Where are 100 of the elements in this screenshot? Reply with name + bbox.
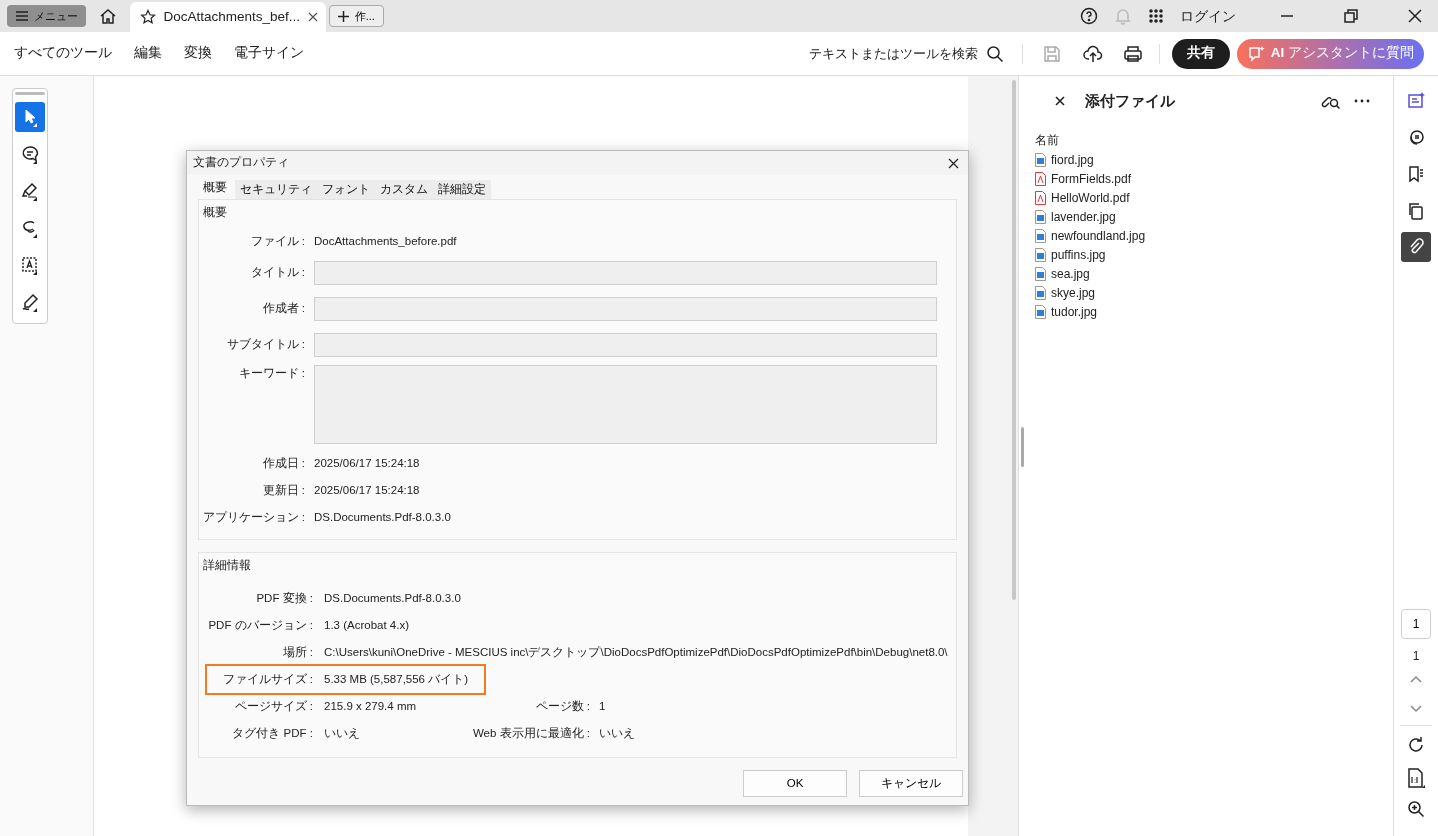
dialog-tab[interactable]: 詳細設定 [433, 180, 491, 199]
group-title: 詳細情報 [202, 557, 252, 574]
menu-button[interactable]: メニュー [6, 5, 86, 27]
input-field[interactable] [314, 261, 937, 285]
menu-item[interactable]: すべてのツール [14, 43, 112, 64]
lasso-icon [20, 218, 40, 238]
chat-sparkle-icon [1246, 44, 1265, 63]
panel-title: 添付ファイル [1084, 91, 1175, 111]
menu-icon [14, 10, 29, 22]
login-link[interactable]: ログイン [1180, 5, 1236, 27]
page-count: 1 [1412, 648, 1420, 665]
column-header: 名前 [1035, 131, 1060, 149]
ok-button[interactable]: OK [743, 770, 847, 797]
help-icon [1080, 7, 1098, 25]
scroll-bar[interactable] [1012, 80, 1016, 600]
ai-assistant-button[interactable]: AI アシスタントに質問 [1236, 38, 1424, 69]
highlighter-icon [20, 181, 40, 201]
attachment-item[interactable]: fiord.jpg [1035, 150, 1383, 170]
close-icon[interactable] [1055, 96, 1065, 107]
image-file-icon [1035, 229, 1046, 243]
field-label: 作成者 : [261, 301, 305, 317]
field-value: DS.Documents.Pdf-8.0.3.0 [314, 509, 451, 525]
text-box-icon [20, 255, 40, 275]
image-file-icon [1035, 210, 1046, 224]
actual-size-icon [1407, 768, 1425, 788]
bookmark-icon [1406, 164, 1426, 184]
close-icon [1408, 9, 1422, 23]
field-label: PDF 変換 : [255, 590, 313, 606]
field-label: Web 表示用に最適化 : [471, 725, 590, 741]
field-value: いいえ [324, 725, 361, 741]
field-label: 作成日 : [261, 455, 305, 471]
menu-item[interactable]: 編集 [134, 43, 162, 64]
more-icon[interactable] [1354, 99, 1370, 104]
dialog-tab[interactable]: セキュリティ [235, 180, 317, 199]
plus-icon [337, 10, 349, 22]
menu-item[interactable]: 電子サイン [234, 43, 304, 64]
input-field[interactable] [314, 297, 937, 321]
attachment-item[interactable]: FormFields.pdf [1035, 169, 1383, 189]
cloud-upload-icon [1083, 43, 1104, 64]
printer-icon [1123, 43, 1144, 64]
pages-icon [1406, 200, 1426, 221]
restore-icon [1344, 9, 1358, 23]
pen-icon [20, 292, 40, 312]
cancel-button[interactable]: キャンセル [859, 770, 963, 797]
field-value: 1 [599, 698, 606, 714]
dialog-tab[interactable]: カスタム [375, 180, 433, 199]
bell-icon [1114, 7, 1132, 25]
search-label[interactable]: テキストまたはツールを検索 [809, 43, 979, 64]
rotate-icon [1407, 736, 1425, 754]
close-tab-icon[interactable] [308, 12, 319, 22]
home-icon[interactable] [98, 7, 117, 25]
field-value: C:\Users\kuni\OneDrive - MESCIUS inc\デスクトップ\DioDocsPdfOptimizePdf\DioDocsPdfOptimizePdf\bin\Debug\net8.0\ [324, 644, 948, 660]
image-file-icon [1035, 286, 1046, 300]
field-value: 215.9 x 279.4 mm [324, 698, 418, 714]
page-number-field[interactable]: 1 [1401, 609, 1431, 639]
attachment-item[interactable]: HelloWorld.pdf [1035, 188, 1383, 208]
field-label: ファイル : [249, 233, 305, 249]
image-file-icon [1035, 248, 1046, 262]
chevron-up-icon [1410, 675, 1422, 683]
attachment-item[interactable]: newfoundland.jpg [1035, 226, 1383, 246]
save-icon [1043, 44, 1062, 63]
image-file-icon [1035, 267, 1046, 281]
field-label: キーワード : [237, 366, 305, 381]
menu-item[interactable]: 変換 [184, 43, 212, 64]
field-label: タイトル : [249, 265, 305, 281]
share-button[interactable]: 共有 [1172, 38, 1231, 69]
search-icon [986, 44, 1005, 63]
field-value: いいえ [599, 725, 635, 741]
field-label: ページサイズ : [233, 698, 313, 714]
attachment-item[interactable]: tudor.jpg [1035, 302, 1383, 322]
tab-title: DocAttachments_bef... [163, 7, 301, 26]
field-label: サブタイトル : [225, 337, 305, 353]
field-value: 5.33 MB (5,587,556 バイト) [324, 671, 469, 687]
image-file-icon [1035, 153, 1046, 167]
ai-summary-icon [1406, 91, 1426, 111]
document-tab[interactable]: DocAttachments_bef... [129, 2, 326, 32]
attachment-item[interactable]: lavender.jpg [1035, 207, 1383, 227]
dialog-tab[interactable]: フォント [317, 180, 375, 199]
field-value: 1.3 (Acrobat 4.x) [324, 617, 409, 633]
dialog-title: 文書のプロパティ [193, 155, 289, 171]
attachment-item[interactable]: skye.jpg [1035, 283, 1383, 303]
panel-button[interactable] [1401, 232, 1431, 262]
attachment-item[interactable]: sea.jpg [1035, 264, 1383, 284]
field-label: ページ数 : [534, 698, 590, 714]
zoom-in-icon [1407, 800, 1425, 818]
new-tab-button[interactable]: 作... [328, 5, 384, 27]
field-label: PDF のバージョン : [207, 617, 313, 633]
pdf-file-icon [1035, 172, 1046, 186]
field-value: 2025/06/17 15:24:18 [314, 455, 420, 471]
group-title: 概要 [202, 204, 228, 221]
star-icon [139, 9, 156, 25]
field-value: DocAttachments_before.pdf [314, 233, 457, 249]
splitter-handle[interactable] [1020, 427, 1024, 467]
pdf-file-icon [1035, 191, 1046, 205]
field-value: DS.Documents.Pdf-8.0.3.0 [324, 590, 461, 606]
field-label: タグ付き PDF : [231, 725, 313, 741]
attachment-item[interactable]: puffins.jpg [1035, 245, 1383, 265]
comment-icon [20, 144, 40, 164]
input-field[interactable] [314, 333, 937, 357]
close-icon[interactable] [947, 157, 959, 169]
